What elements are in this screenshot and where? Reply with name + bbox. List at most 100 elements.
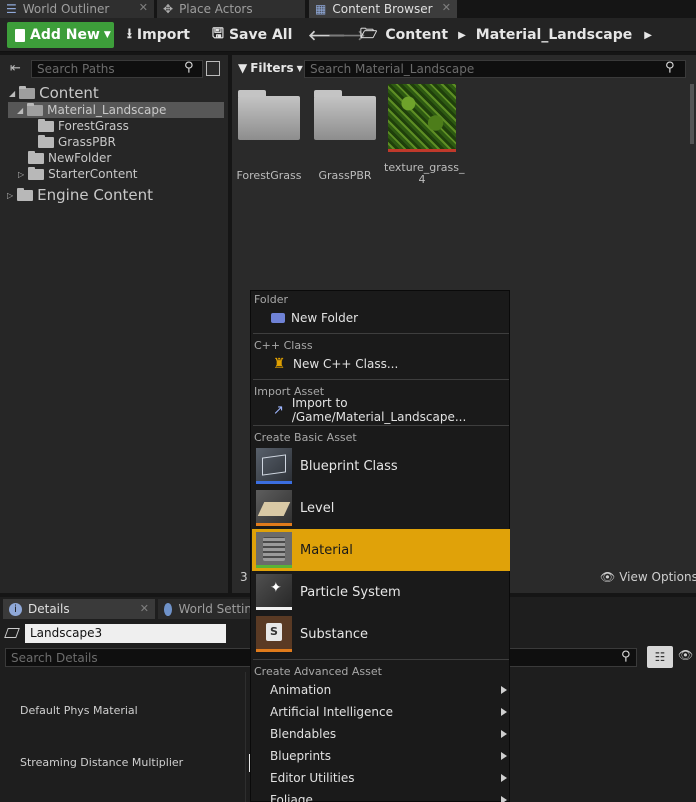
submenu-artificial-intelligence[interactable]: Artificial Intelligence: [251, 701, 509, 723]
property-matrix-button[interactable]: ☷: [647, 646, 673, 668]
close-icon[interactable]: ✕: [139, 1, 148, 14]
asset-forestgrass[interactable]: ForestGrass: [236, 90, 302, 182]
filters-button[interactable]: ▼ Filters ▼: [238, 61, 303, 75]
tab-world-outliner[interactable]: ☰ World Outliner ✕: [0, 0, 154, 18]
menu-item-substance[interactable]: S Substance: [252, 613, 510, 655]
menu-item-blueprint-class[interactable]: Blueprint Class: [252, 445, 510, 487]
breadcrumb: 🗁 Content ▶ Material_Landscape ▶: [360, 22, 652, 48]
tree-item-material-landscape[interactable]: ◢ Material_Landscape: [17, 102, 166, 118]
collapse-arrow-icon: ◢: [9, 88, 16, 98]
chevron-right-icon[interactable]: ▶: [644, 30, 652, 41]
import-icon: ↗: [272, 402, 284, 418]
chevron-right-icon[interactable]: ▶: [458, 30, 466, 41]
tab-details[interactable]: i Details ✕: [3, 599, 155, 619]
tree-item-grasspbr[interactable]: GrassPBR: [38, 134, 116, 150]
submenu-blueprints[interactable]: Blueprints: [251, 745, 509, 767]
menu-item-new-folder[interactable]: New Folder: [251, 309, 509, 327]
world-outliner-icon: ☰: [6, 2, 17, 16]
folder-icon: [19, 85, 36, 99]
object-name-field[interactable]: Landscape3: [25, 624, 226, 643]
breadcrumb-content[interactable]: Content: [385, 27, 448, 43]
folder-icon: [17, 187, 34, 201]
menu-item-new-cpp-class[interactable]: ♜ New C++ Class...: [251, 355, 509, 373]
collapse-arrow-icon: ◢: [17, 105, 24, 115]
submenu-foliage[interactable]: Foliage: [251, 789, 509, 802]
folder-icon: [27, 102, 44, 116]
folder-icon: [28, 150, 44, 164]
scrollbar[interactable]: [690, 84, 694, 144]
folder-icon: [38, 134, 54, 148]
material-icon: [256, 532, 292, 568]
eye-icon[interactable]: 👁: [678, 648, 693, 662]
menu-item-particle-system[interactable]: ✦ Particle System: [252, 571, 510, 613]
particle-system-icon: ✦: [256, 574, 292, 610]
content-browser-icon: ▦: [315, 2, 327, 16]
tree-item-newfolder[interactable]: NewFolder: [28, 150, 111, 166]
property-label: Default Phys Material: [20, 704, 138, 717]
property-separator: [245, 672, 246, 802]
tree-item-content[interactable]: ◢ Content: [9, 84, 99, 102]
asset-grasspbr[interactable]: GrassPBR: [312, 90, 378, 182]
save-all-button[interactable]: 🖫 Save All: [212, 22, 292, 48]
import-icon: ⭳: [127, 26, 132, 42]
filter-icon: ▼: [238, 61, 248, 75]
search-assets-input[interactable]: Search Material_Landscape: [304, 60, 686, 78]
section-cpp-class: C++ Class: [254, 339, 313, 352]
submenu-animation[interactable]: Animation: [251, 679, 509, 701]
folder-icon: [238, 90, 300, 140]
collapse-sources-icon[interactable]: ⇤: [10, 61, 21, 76]
tree-item-startercontent[interactable]: ▷ StarterContent: [18, 166, 138, 182]
dropdown-arrow-icon: ▼: [296, 63, 303, 73]
tree-item-forestgrass[interactable]: ForestGrass: [38, 118, 129, 134]
separator: [253, 425, 509, 426]
details-icon: i: [9, 602, 22, 616]
separator: [253, 379, 509, 380]
folder-icon: [38, 118, 54, 132]
separator: [253, 333, 509, 334]
asset-type-bar: [256, 565, 292, 568]
dropdown-arrow-icon: ▼: [103, 30, 111, 40]
import-button[interactable]: ⭳ Import: [127, 22, 190, 48]
submenu-arrow-icon: [501, 730, 507, 738]
section-create-basic-asset: Create Basic Asset: [254, 431, 357, 444]
level-icon: [256, 490, 292, 526]
submenu-arrow-icon: [501, 774, 507, 782]
tab-content-browser[interactable]: ▦ Content Browser ✕: [309, 0, 457, 18]
view-options-button[interactable]: 👁 View Options: [600, 570, 696, 584]
close-icon[interactable]: ✕: [442, 1, 451, 14]
add-new-context-menu: Folder New Folder C++ Class ♜ New C++ Cl…: [250, 290, 510, 802]
menu-item-import-to[interactable]: ↗ Import to /Game/Material_Landscape...: [251, 396, 509, 424]
submenu-blendables[interactable]: Blendables: [251, 723, 509, 745]
save-icon: 🖫: [212, 26, 224, 42]
search-icon: ⚲: [184, 60, 194, 75]
view-options-icon[interactable]: [206, 61, 220, 76]
new-folder-icon: [271, 313, 285, 323]
tab-place-actors[interactable]: ✥ Place Actors: [157, 0, 305, 18]
asset-type-bar: [256, 523, 292, 526]
item-count: 3: [240, 570, 248, 584]
folder-icon: [28, 166, 45, 180]
section-create-advanced-asset: Create Advanced Asset: [254, 665, 382, 678]
search-paths-input[interactable]: Search Paths: [31, 60, 203, 78]
asset-texture-grass-4[interactable]: texture_grass_ 4: [384, 84, 464, 186]
breadcrumb-material-landscape[interactable]: Material_Landscape: [476, 27, 632, 43]
cpp-class-icon: ♜: [272, 356, 286, 372]
texture-thumbnail: [388, 84, 456, 152]
folder-icon: 🗁: [360, 26, 378, 42]
expand-arrow-icon: ▷: [7, 190, 14, 200]
search-icon: ⚲: [665, 60, 675, 75]
tab-world-settings[interactable]: World Settin: [158, 599, 252, 619]
expand-arrow-icon: ▷: [18, 169, 25, 179]
menu-item-level[interactable]: Level: [252, 487, 510, 529]
close-icon[interactable]: ✕: [140, 602, 149, 615]
tree-item-engine-content[interactable]: ▷ Engine Content: [7, 186, 153, 204]
add-new-button[interactable]: Add New ▼: [7, 22, 114, 48]
substance-icon: S: [256, 616, 292, 652]
submenu-editor-utilities[interactable]: Editor Utilities: [251, 767, 509, 789]
menu-item-material[interactable]: Material: [252, 529, 510, 571]
place-actors-icon: ✥: [163, 2, 174, 16]
asset-type-bar: [256, 481, 292, 484]
content-browser-window: ☰ World Outliner ✕ ✥ Place Actors ▦ Cont…: [0, 0, 696, 802]
submenu-arrow-icon: [501, 708, 507, 716]
new-file-icon: [15, 28, 25, 42]
